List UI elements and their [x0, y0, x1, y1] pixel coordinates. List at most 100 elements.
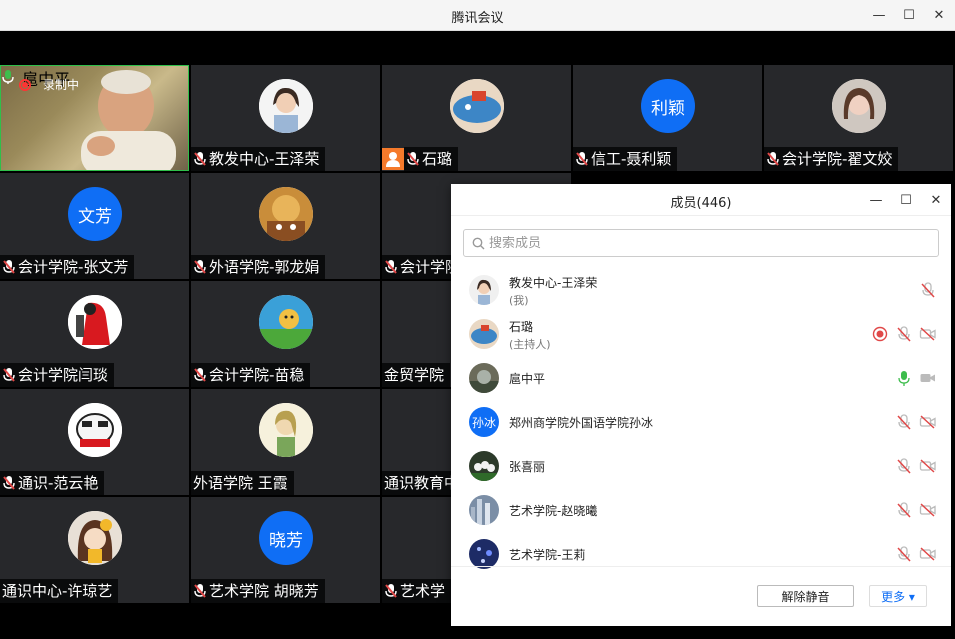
participant-name: 会计学院闫琰: [18, 366, 109, 384]
search-icon: [472, 237, 485, 249]
more-button[interactable]: 更多 ▾: [869, 585, 927, 607]
mic-active-icon[interactable]: [895, 369, 913, 387]
participant-tile[interactable]: 文芳 会计学院-张文芳: [0, 173, 189, 279]
participant-name-label: 通识-范云艳: [0, 471, 105, 495]
participant-name: 会计学院-张文芳: [18, 258, 129, 276]
minimize-icon[interactable]: —: [867, 4, 891, 26]
avatar-image: [259, 187, 313, 241]
avatar: 利颖: [641, 79, 695, 133]
member-row[interactable]: 张喜丽: [451, 444, 951, 488]
camera-off-icon[interactable]: [919, 501, 937, 519]
mic-muted-icon: [767, 152, 779, 166]
avatar-image: [469, 275, 499, 305]
participant-tile[interactable]: 通识-范云艳: [0, 389, 189, 495]
minimize-icon[interactable]: —: [865, 189, 887, 211]
close-icon[interactable]: ✕: [925, 189, 947, 211]
whale-avatar-image: [469, 319, 499, 349]
member-controls: [895, 369, 937, 387]
participant-tile[interactable]: 石璐: [382, 65, 571, 171]
members-panel: 成员(446) — ☐ ✕ 教发中心-王泽荣 (我) 石璐 (主持人): [451, 184, 951, 626]
member-avatar: [469, 451, 499, 481]
recording-indicator: 录制中: [19, 76, 79, 93]
participant-tile[interactable]: 外语学院-郭龙娟: [191, 173, 380, 279]
participant-tile[interactable]: 晓芳 艺术学院 胡晓芳: [191, 497, 380, 603]
participant-name: 信工-聂利颖: [591, 150, 672, 168]
participant-name: 教发中心-王泽荣: [209, 150, 320, 168]
mic-muted-icon: [3, 260, 15, 274]
avatar: [259, 403, 313, 457]
member-controls: [895, 413, 937, 431]
member-search-input[interactable]: [489, 235, 929, 251]
self-video-tile[interactable]: 录制中 扈中平: [0, 65, 189, 171]
member-search-box[interactable]: [463, 229, 939, 257]
participant-name-label: 会计学院闫琰: [0, 363, 115, 387]
avatar-image: [469, 363, 499, 393]
participant-tile[interactable]: 教发中心-王泽荣: [191, 65, 380, 171]
avatar-image: [259, 403, 313, 457]
avatar-image: [832, 79, 886, 133]
member-row[interactable]: 扈中平: [451, 356, 951, 400]
member-name: 张喜丽: [509, 460, 546, 474]
member-controls: [871, 325, 937, 343]
camera-off-icon[interactable]: [919, 457, 937, 475]
record-icon: [19, 78, 31, 91]
avatar: [68, 403, 122, 457]
participant-name: 外语学院 王霞: [193, 474, 288, 492]
participant-tile[interactable]: 利颖 信工-聂利颖: [573, 65, 762, 171]
member-avatar: [469, 319, 499, 349]
member-avatar: [469, 495, 499, 525]
mic-muted-icon: [194, 368, 206, 382]
participant-name-label: 艺术学院 胡晓芳: [191, 579, 325, 603]
member-row[interactable]: 艺术学院-赵晓曦: [451, 488, 951, 532]
window-title: 腾讯会议: [451, 11, 504, 26]
mic-muted-icon[interactable]: [895, 413, 913, 431]
participant-tile[interactable]: 会计学院-翟文姣: [764, 65, 953, 171]
record-icon: [872, 326, 888, 342]
participant-name-label: 石璐: [404, 147, 459, 171]
participant-name: 通识中心-许琼艺: [2, 582, 113, 600]
participant-name: 石璐: [422, 150, 453, 168]
mic-muted-icon[interactable]: [895, 545, 913, 563]
mic-muted-icon[interactable]: [895, 501, 913, 519]
mic-muted-icon: [385, 260, 397, 274]
participant-tile[interactable]: 外语学院 王霞: [191, 389, 380, 495]
avatar: [259, 295, 313, 349]
close-icon[interactable]: ✕: [927, 4, 951, 26]
mic-muted-icon[interactable]: [919, 281, 937, 299]
camera-off-icon[interactable]: [919, 413, 937, 431]
participant-name-label: 艺术学: [382, 579, 452, 603]
participant-name-label: 金贸学院: [382, 363, 451, 387]
avatar-image: [469, 451, 499, 481]
maximize-icon[interactable]: ☐: [895, 189, 917, 211]
mic-muted-icon: [385, 584, 397, 598]
recording-label: 录制中: [43, 78, 80, 92]
participant-name-label: 教发中心-王泽荣: [191, 147, 326, 171]
avatar-image: [469, 495, 499, 525]
camera-icon[interactable]: [919, 369, 937, 387]
unmute-all-button[interactable]: 解除静音: [757, 585, 854, 607]
mic-muted-icon: [194, 260, 206, 274]
camera-off-icon[interactable]: [919, 325, 937, 343]
participant-tile[interactable]: 通识中心-许琼艺: [0, 497, 189, 603]
participant-tile[interactable]: 会计学院-苗稳: [191, 281, 380, 387]
avatar: [68, 511, 122, 565]
camera-off-icon[interactable]: [919, 545, 937, 563]
avatar: [259, 79, 313, 133]
avatar-image: [259, 79, 313, 133]
participant-name: 会计学院-翟文姣: [782, 150, 893, 168]
mic-muted-icon[interactable]: [895, 457, 913, 475]
member-list: 教发中心-王泽荣 (我) 石璐 (主持人) 扈中平 孙冰 郑州商学院外国语学院孙…: [451, 268, 951, 576]
member-controls: [895, 501, 937, 519]
participant-name-label: 会计学院-翟文姣: [764, 147, 899, 171]
member-row[interactable]: 孙冰 郑州商学院外国语学院孙冰: [451, 400, 951, 444]
mic-muted-icon[interactable]: [895, 325, 913, 343]
mic-muted-icon: [407, 152, 419, 166]
avatar: [450, 79, 504, 133]
title-bar: 腾讯会议 — ☐ ✕: [0, 0, 955, 31]
member-row[interactable]: 石璐 (主持人): [451, 312, 951, 356]
avatar-image: [68, 511, 122, 565]
member-role: (我): [509, 294, 529, 307]
participant-tile[interactable]: 会计学院闫琰: [0, 281, 189, 387]
member-row[interactable]: 教发中心-王泽荣 (我): [451, 268, 951, 312]
maximize-icon[interactable]: ☐: [897, 4, 921, 26]
